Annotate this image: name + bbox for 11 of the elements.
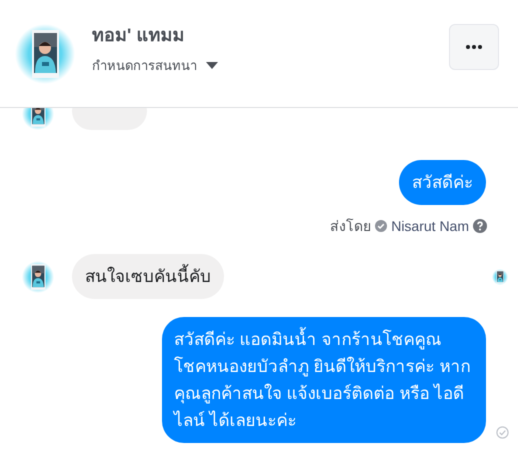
contact-name: ทอม' แทมม [92,24,186,46]
sender-name[interactable]: Nisarut Nam [391,218,469,234]
message-bubble: สนใจเซบคันนี้คับ [72,254,224,299]
conversation-settings-link[interactable]: กำหนดการสนทนา [92,54,197,76]
message-bubble: สวัสดีค่ะ แอดมินน้ำ จากร้านโชคคูณ โชคหนองยบัวลำภู ยินดีให้บริการค่ะ หากคุณลูกค้าสนใจ แจ้งเบอร์ติดต่อ หรือ ไอดีไลน์ ได้เลยนะค่ะ [162,317,486,443]
help-icon[interactable] [473,219,487,233]
more-icon [466,44,482,48]
caret-icon[interactable] [206,62,218,68]
sent-by-label: ส่งโดย [330,217,372,236]
message-bubble: สวัสดีค่ะ [399,160,486,205]
check-icon [375,220,388,232]
